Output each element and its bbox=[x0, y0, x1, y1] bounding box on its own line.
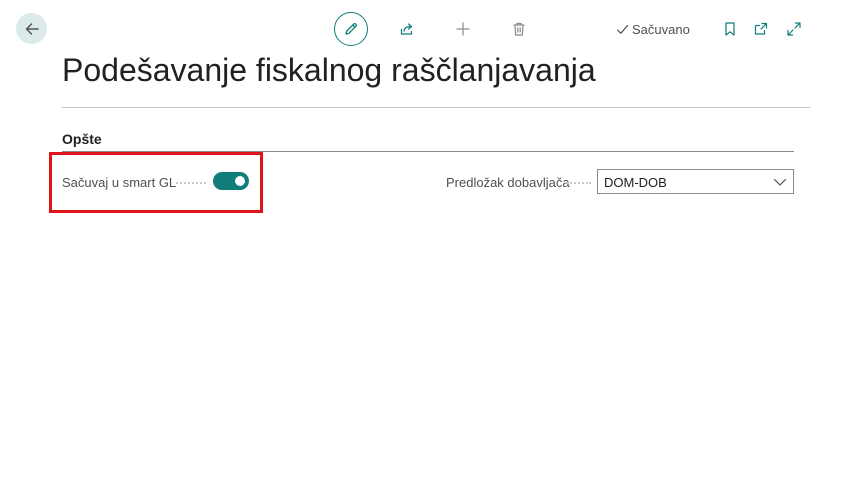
vendor-template-label: Predložak dobavljača bbox=[446, 175, 570, 190]
edit-button[interactable] bbox=[334, 12, 368, 46]
section-title-general[interactable]: Opšte bbox=[62, 131, 102, 147]
new-button[interactable] bbox=[454, 20, 472, 38]
share-button[interactable] bbox=[398, 20, 416, 38]
back-button[interactable] bbox=[16, 13, 47, 44]
smart-gl-label: Sačuvaj u smart GL bbox=[62, 175, 177, 190]
vendor-template-value: DOM-DOB bbox=[604, 175, 667, 190]
delete-button[interactable] bbox=[510, 20, 528, 38]
chevron-down-icon bbox=[773, 176, 787, 188]
bookmark-button[interactable] bbox=[721, 20, 739, 38]
vendor-template-leader-dots bbox=[567, 182, 591, 184]
check-icon bbox=[616, 23, 629, 36]
smart-gl-leader-dots bbox=[176, 182, 206, 184]
trash-icon bbox=[511, 21, 527, 37]
saved-status: Sačuvano bbox=[616, 22, 690, 37]
back-arrow-icon bbox=[24, 21, 40, 37]
open-new-window-button[interactable] bbox=[752, 20, 770, 38]
toggle-knob bbox=[235, 176, 245, 186]
bookmark-icon bbox=[722, 21, 738, 37]
expand-icon bbox=[786, 21, 802, 37]
page-title: Podešavanje fiskalnog raščlanjavanja bbox=[62, 52, 596, 88]
vendor-template-select[interactable]: DOM-DOB bbox=[597, 169, 794, 194]
expand-button[interactable] bbox=[785, 20, 803, 38]
saved-status-text: Sačuvano bbox=[632, 22, 690, 37]
pencil-icon bbox=[343, 21, 359, 37]
open-new-window-icon bbox=[753, 21, 769, 37]
plus-icon bbox=[455, 21, 471, 37]
smart-gl-toggle[interactable] bbox=[213, 172, 249, 190]
title-divider bbox=[62, 107, 810, 108]
share-icon bbox=[399, 21, 415, 37]
section-divider bbox=[62, 151, 794, 152]
